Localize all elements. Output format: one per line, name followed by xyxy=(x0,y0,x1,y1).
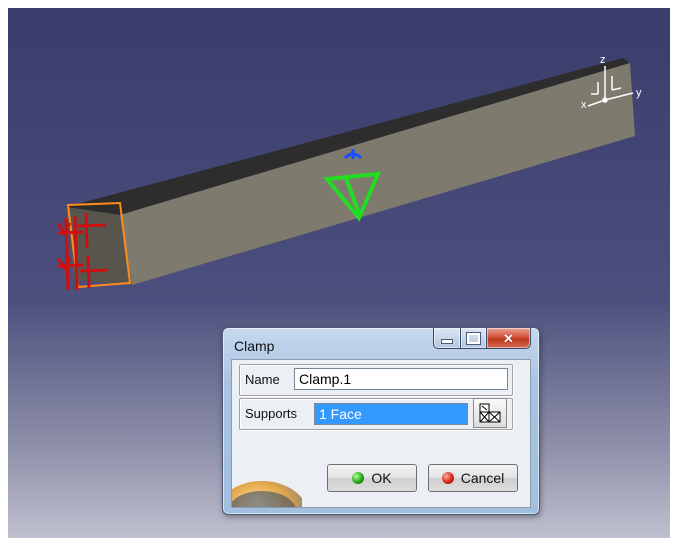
beam-part[interactable] xyxy=(66,58,635,285)
name-input[interactable] xyxy=(294,368,508,390)
dialog-title: Clamp xyxy=(234,338,275,354)
supports-select-button[interactable] xyxy=(473,398,507,428)
supports-label: Supports xyxy=(245,406,298,421)
maximize-button[interactable] xyxy=(461,328,487,349)
axis-label-x: x xyxy=(581,99,587,111)
name-label: Name xyxy=(245,372,280,387)
cancel-icon xyxy=(441,472,454,484)
ok-button[interactable]: OK xyxy=(327,464,417,492)
window-controls: ✕ xyxy=(433,328,531,349)
name-row: Name xyxy=(239,364,513,396)
supports-row: Supports 1 Face xyxy=(239,398,513,430)
axis-label-z: z xyxy=(600,54,606,66)
axis-label-y: y xyxy=(636,87,642,99)
ok-icon xyxy=(352,472,365,484)
ok-label: OK xyxy=(371,470,392,486)
close-icon: ✕ xyxy=(503,330,514,346)
maximize-icon xyxy=(466,331,481,345)
cancel-button[interactable]: Cancel xyxy=(428,464,518,492)
dialog-client-area: Name Supports 1 Face xyxy=(231,359,531,508)
clamp-dialog: Clamp ✕ Name Supports 1 Face xyxy=(222,327,540,515)
minimize-button[interactable] xyxy=(433,328,461,349)
geometry-selection-icon xyxy=(479,403,501,423)
minimize-icon xyxy=(441,338,453,344)
catia-globe-logo xyxy=(232,463,302,507)
cancel-label: Cancel xyxy=(460,470,505,486)
close-button[interactable]: ✕ xyxy=(487,328,531,349)
supports-field[interactable]: 1 Face xyxy=(314,403,468,425)
